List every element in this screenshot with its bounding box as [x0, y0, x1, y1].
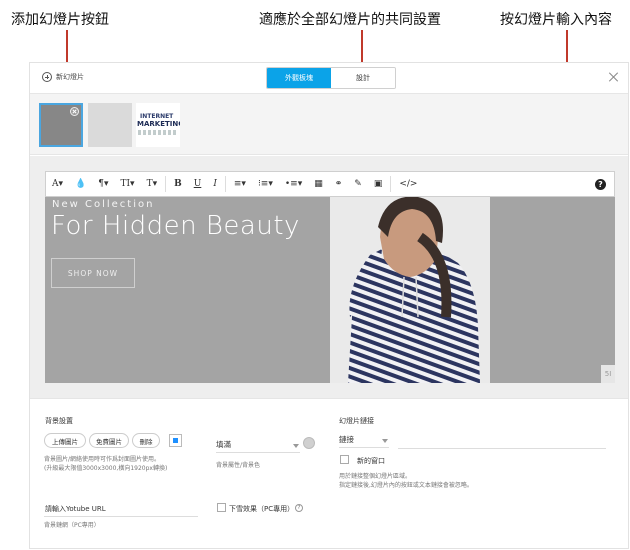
youtube-hint: 背景鏈網（PC專用）	[44, 522, 100, 529]
link-hint-2: 指定鏈接後,幻燈片內的按鈕或文本鏈接會被忽略。	[339, 482, 473, 489]
toolbar-divider	[165, 176, 167, 192]
shop-now-button[interactable]: SHOP NOW	[51, 258, 135, 288]
fill-color-picker[interactable]	[303, 437, 315, 449]
snow-effect-label: 下雪效果（PC專用）	[229, 505, 295, 513]
slide-editor-area: A▾ 💧 ¶▾ TI▾ T▾ B U I ≡▾ ⁝≡▾ •≡▾ ▦ ⚭ ✎ ▣ …	[30, 156, 628, 398]
table-icon[interactable]: ▦	[308, 172, 329, 196]
slide-thumbnail-row: INTERNET MARKETING	[30, 93, 628, 155]
fill-mode-select[interactable]: 填滿	[216, 437, 300, 453]
settings-tabs: 外觀板塊 設計	[266, 67, 396, 89]
chevron-down-icon	[293, 444, 299, 448]
youtube-url-field[interactable]: 請輸入Yotube URL	[45, 504, 106, 514]
toolbar-divider	[390, 176, 392, 192]
link-url-input[interactable]	[398, 448, 606, 449]
help-circle-icon[interactable]: ?	[295, 504, 303, 512]
fill-hint: 背景屬性/背景色	[216, 462, 261, 469]
remove-slide-icon[interactable]	[70, 107, 79, 116]
slide-editor-panel: 新幻燈片 外觀板塊 設計 INTERNET MARKETING A▾ 💧 ¶▾ …	[29, 62, 629, 549]
paragraph-style-button[interactable]: ¶▾	[92, 172, 114, 196]
resize-handle[interactable]: 5I	[601, 365, 615, 383]
font-color-button[interactable]: A▾	[46, 172, 69, 196]
toolbar-divider	[224, 176, 226, 192]
text-editor-toolbar: A▾ 💧 ¶▾ TI▾ T▾ B U I ≡▾ ⁝≡▾ •≡▾ ▦ ⚭ ✎ ▣ …	[45, 171, 615, 197]
eraser-icon[interactable]: ✎	[348, 172, 368, 196]
slide-thumbnail-2[interactable]	[88, 103, 132, 147]
highlight-icon[interactable]: 💧	[69, 172, 92, 196]
underline-button[interactable]: U	[188, 172, 208, 196]
close-icon[interactable]	[608, 71, 620, 83]
image-icon[interactable]: ▣	[368, 172, 389, 196]
thumbnail-text-marketing: MARKETING	[137, 120, 180, 128]
background-color-swatch[interactable]	[169, 434, 182, 447]
slide-thumbnail-3[interactable]: INTERNET MARKETING	[136, 103, 180, 147]
slide-settings: 背景設置 上傳圖片 免費圖片 刪除 背景圖片/網絡使用時可作爲封面圖片使用。 (…	[30, 398, 628, 550]
align-button[interactable]: ≡▾	[228, 172, 252, 196]
slide-canvas[interactable]: New Collection For Hidden Beauty SHOP NO…	[45, 197, 615, 383]
link-hint-1: 用於鏈接整個幻燈片區域。	[339, 473, 412, 480]
slide-link-title: 幻燈片鏈接	[339, 417, 374, 425]
add-slide-button[interactable]: 新幻燈片	[42, 72, 84, 82]
slide-thumbnail-1[interactable]	[39, 103, 83, 147]
background-hint-2: (升級最大限值3000x3000,橫向1920px轉換)	[44, 465, 168, 472]
new-window-checkbox[interactable]	[340, 455, 349, 464]
panel-topbar: 新幻燈片 外觀板塊 設計	[30, 63, 628, 93]
bold-button[interactable]: B	[168, 172, 188, 196]
thumbnail-text-internet: INTERNET	[140, 113, 174, 120]
youtube-url-underline	[44, 516, 198, 517]
annotation-slide-content: 按幻燈片輸入內容	[500, 12, 612, 28]
thumbnail-decoration	[138, 130, 178, 135]
annotation-add-slide: 添加幻燈片按鈕	[11, 12, 109, 28]
slide-title[interactable]: For Hidden Beauty	[51, 211, 300, 241]
tab-appearance[interactable]: 外觀板塊	[267, 68, 331, 88]
snow-effect-checkbox[interactable]	[217, 503, 226, 512]
upload-image-button[interactable]: 上傳圖片	[44, 433, 86, 448]
background-settings-title: 背景設置	[45, 417, 73, 425]
unordered-list-button[interactable]: •≡▾	[279, 172, 308, 196]
font-size-button[interactable]: T▾	[141, 172, 164, 196]
free-image-button[interactable]: 免費圖片	[89, 433, 129, 448]
code-view-icon[interactable]: </>	[393, 172, 423, 196]
annotation-common-settings: 適應於全部幻燈片的共同設置	[259, 12, 441, 28]
link-icon[interactable]: ⚭	[329, 172, 349, 196]
add-slide-label: 新幻燈片	[56, 73, 84, 81]
slide-subtitle[interactable]: New Collection	[52, 199, 154, 210]
model-photo	[330, 197, 490, 383]
ordered-list-button[interactable]: ⁝≡▾	[252, 172, 279, 196]
font-family-button[interactable]: TI▾	[115, 172, 141, 196]
background-hint-1: 背景圖片/網絡使用時可作爲封面圖片使用。	[44, 456, 161, 463]
plus-circle-icon	[42, 72, 52, 82]
help-icon[interactable]: ?	[595, 178, 606, 190]
tab-design[interactable]: 設計	[331, 68, 395, 88]
chevron-down-icon	[382, 439, 388, 443]
delete-image-button[interactable]: 刪除	[132, 433, 160, 448]
new-window-label: 新的窗口	[357, 457, 385, 465]
italic-button[interactable]: I	[207, 172, 223, 196]
